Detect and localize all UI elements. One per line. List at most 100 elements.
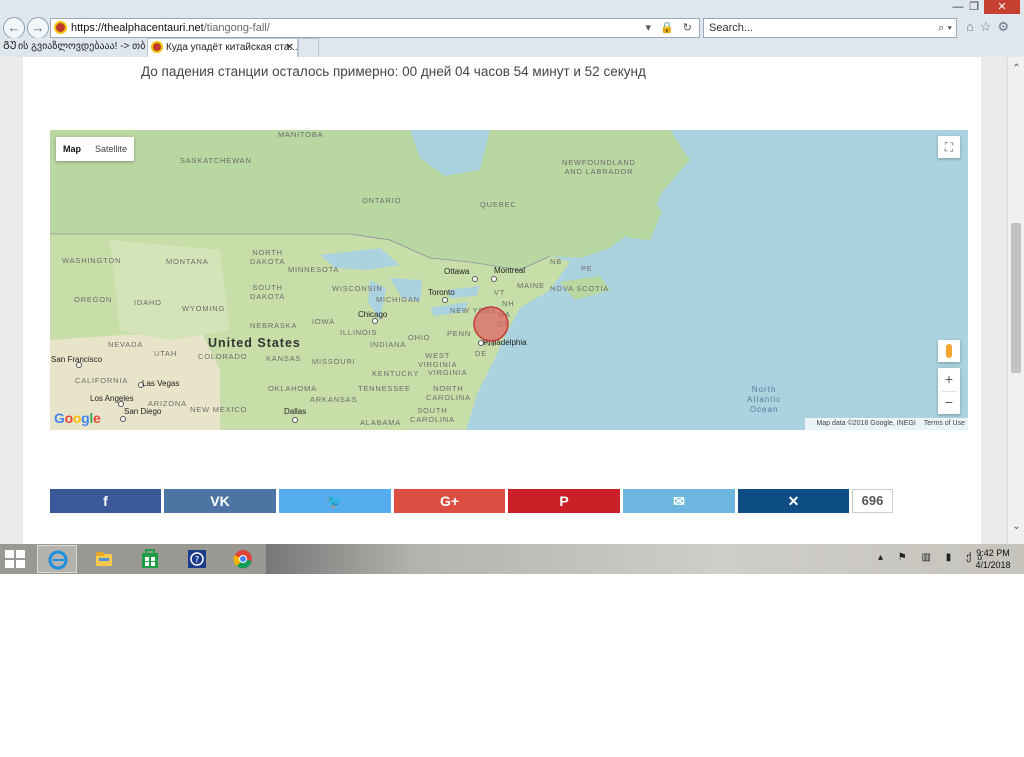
map-type-control[interactable]: Map Satellite	[56, 137, 135, 161]
map-label: NEW MEXICO	[190, 405, 248, 414]
map-label: WISCONSIN	[332, 284, 383, 293]
map-label: ONTARIO	[362, 196, 402, 205]
share-vk-button[interactable]: VK	[164, 489, 276, 513]
share-email-button[interactable]: ✉	[623, 489, 735, 513]
terms-of-use-link[interactable]: Terms of Use	[924, 420, 965, 427]
page-margin-right	[981, 57, 1007, 544]
map-label: MONTANA	[166, 257, 209, 266]
taskbar-help[interactable]: ?	[177, 545, 217, 573]
back-button[interactable]: ←	[3, 17, 25, 39]
map-label: NEBRASKA	[250, 321, 298, 330]
windows-taskbar: ? ▴ ⚑ ▥ ▮ ქა 9:42 PM 4/1/2018	[0, 544, 1024, 574]
clock-time: 9:42 PM	[976, 548, 1010, 558]
share-pinterest-button[interactable]: P	[508, 489, 620, 513]
search-input[interactable]: Search... ⌕ ▾	[703, 18, 957, 38]
map-label: ILLINOIS	[340, 328, 378, 337]
page-margin-left	[0, 57, 23, 544]
minimize-button[interactable]: —	[950, 0, 966, 14]
map-label: PE	[581, 264, 593, 273]
page-scrollbar[interactable]: ⌃ ⌄	[1007, 57, 1024, 544]
pinterest-icon: P	[559, 493, 569, 509]
map-country-label: United States	[208, 336, 301, 350]
map-label: NOVA SCOTIA	[550, 284, 610, 293]
map-label: MICHIGAN	[376, 295, 420, 304]
scroll-down-icon[interactable]: ⌄	[1008, 521, 1024, 532]
taskbar-ie[interactable]	[37, 545, 77, 573]
tab-close-icon[interactable]: ✕	[286, 39, 294, 57]
map-attribution: Map data ©2018 Google, INEGI Terms of Use	[805, 418, 968, 430]
map-label: NEWFOUNDLAND AND LABRADOR	[562, 158, 636, 176]
map-label: UTAH	[154, 349, 178, 358]
map-label: ARKANSAS	[310, 395, 358, 404]
vk-icon: VK	[210, 493, 230, 509]
scroll-thumb[interactable]	[1011, 223, 1021, 373]
file-explorer-icon	[96, 552, 112, 566]
fullscreen-icon[interactable]: ⛶	[938, 136, 960, 158]
home-favorites-settings-icons[interactable]: ⌂☆⚙	[966, 19, 1015, 35]
map-label: MINNESOTA	[288, 265, 340, 274]
map-label: KENTUCKY	[372, 369, 420, 378]
zoom-out-button[interactable]: −	[938, 391, 960, 414]
street-view-pegman-icon[interactable]	[938, 340, 960, 362]
share-facebook-button[interactable]: f	[50, 489, 161, 513]
map-label: TENNESSEE	[358, 384, 411, 393]
browser-toolbar: ← → https://thealphacentauri.net/tiangon…	[0, 0, 1024, 58]
countdown-text: До падения станции осталось примерно: 00…	[141, 64, 646, 79]
map-label: SASKATCHEWAN	[180, 156, 252, 165]
share-googleplus-button[interactable]: G+	[394, 489, 505, 513]
map-label: INDIANA	[370, 340, 407, 349]
map-label: NORTH CAROLINA	[426, 384, 471, 402]
empty-area	[0, 574, 1024, 757]
map-label: OHIO	[408, 333, 431, 342]
forward-button[interactable]: →	[27, 17, 49, 39]
map-label: OREGON	[74, 295, 113, 304]
tab-georgian[interactable]: ᲒᲣის გვიაზლოვდებააა! -> თბ...	[0, 38, 146, 56]
map-label: QUEBEC	[480, 200, 517, 209]
share-twitter-button[interactable]: 🐦	[279, 489, 391, 513]
search-placeholder: Search...	[709, 22, 754, 34]
tab-favicon-icon	[151, 41, 163, 54]
map-label: PENN	[447, 329, 472, 338]
zoom-in-button[interactable]: +	[938, 368, 960, 391]
tab-tiangong[interactable]: Куда упадёт китайская ста... ✕	[147, 38, 299, 57]
map-label: CT	[497, 320, 509, 329]
address-tools-icons[interactable]: ▾ 🔒 ↻	[645, 19, 695, 37]
store-icon	[142, 549, 158, 568]
map-label: NORTH DAKOTA	[250, 248, 286, 266]
address-bar[interactable]: https://thealphacentauri.net/tiangong-fa…	[50, 18, 700, 38]
site-favicon-icon	[54, 21, 67, 34]
tab-label: Куда упадёт китайская ста...	[166, 42, 298, 53]
map-label: COLORADO	[198, 352, 248, 361]
map-city-label: Los Angeles	[90, 394, 134, 403]
map-label: KANSAS	[266, 354, 302, 363]
map-label: NB	[550, 257, 563, 266]
taskbar-clock[interactable]: 9:42 PM 4/1/2018	[968, 547, 1018, 571]
map-label: IOWA	[312, 317, 335, 326]
map-ocean-label: North Atlantic Ocean	[747, 385, 782, 414]
new-tab-button[interactable]	[297, 38, 319, 57]
map-city-label: San Diego	[124, 407, 162, 416]
taskbar-chrome[interactable]	[223, 545, 263, 573]
googleplus-icon: G+	[439, 493, 460, 509]
facebook-icon: f	[103, 493, 108, 509]
map-data-credit: Map data ©2018 Google, INEGI	[816, 420, 916, 427]
map-city-label: Las Vegas	[142, 379, 180, 388]
taskbar-explorer[interactable]	[84, 545, 124, 573]
map-type-map[interactable]: Map	[56, 137, 88, 161]
taskbar-store[interactable]	[130, 545, 170, 573]
close-window-button[interactable]: ✕	[984, 0, 1020, 14]
map-label: NH	[502, 299, 515, 308]
map-city-label: Chicago	[358, 310, 388, 319]
zoom-control: + −	[938, 368, 960, 414]
restore-button[interactable]: ❐	[966, 0, 982, 14]
search-icon[interactable]: ⌕ ▾	[938, 19, 952, 37]
start-windows-icon[interactable]	[4, 549, 26, 569]
map-label: WASHINGTON	[62, 256, 122, 265]
share-xing-button[interactable]: ✕	[738, 489, 849, 513]
map-label: MISSOURI	[312, 357, 356, 366]
map-type-satellite[interactable]: Satellite	[88, 137, 134, 161]
google-map[interactable]: Map Satellite ⛶ + − SASKATCHEWAN MANITOBA…	[50, 130, 968, 430]
map-label: WEST VIRGINIA	[418, 351, 458, 369]
scroll-up-icon[interactable]: ⌃	[1008, 63, 1024, 74]
map-label: SOUTH CAROLINA	[410, 406, 455, 424]
